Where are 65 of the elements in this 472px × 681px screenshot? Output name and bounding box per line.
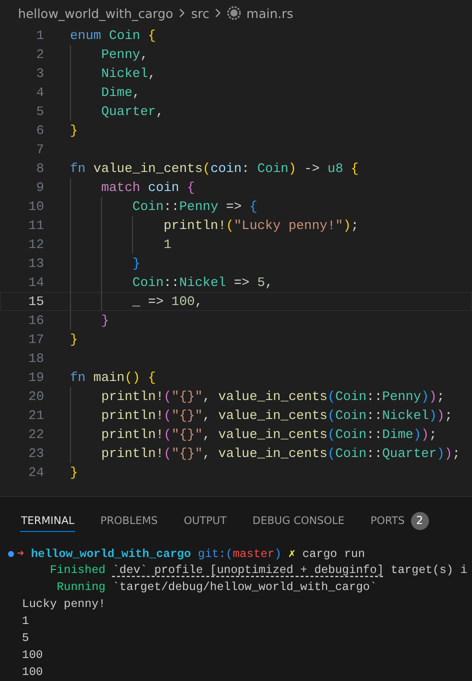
line-number: 22	[27, 427, 44, 442]
code-line: }	[70, 313, 110, 328]
code-line: }	[70, 256, 140, 271]
terminal-output: 100	[21, 666, 43, 679]
line-number: 16	[27, 313, 44, 328]
line-number: 17	[27, 332, 44, 347]
line-number: 2	[35, 47, 44, 62]
panel-tab[interactable]: PROBLEMS	[99, 514, 159, 532]
code-line: Penny,	[70, 47, 148, 62]
code-line: Dime,	[70, 85, 140, 100]
panel-tab[interactable]: PORTS 2	[369, 512, 430, 534]
line-number: 5	[35, 104, 44, 119]
count-badge: 2	[410, 512, 429, 530]
breadcrumb-item[interactable]: main.rs	[227, 6, 294, 20]
line-number: 7	[35, 142, 44, 157]
line-number: 4	[35, 85, 44, 100]
code-line: _ => 100,	[70, 294, 203, 309]
line-number: 11	[27, 218, 44, 233]
line-number: 18	[27, 351, 44, 366]
line-number: 3	[35, 66, 44, 81]
panel-tab[interactable]: OUTPUT	[182, 514, 228, 532]
code-line: enum Coin {	[70, 28, 156, 43]
line-number: 21	[27, 408, 44, 423]
code-line: Nickel,	[70, 66, 156, 81]
gear-icon	[227, 6, 242, 20]
code-line: Coin::Penny => {	[70, 199, 258, 214]
code-line: println!("Lucky penny!");	[70, 218, 359, 233]
code-line: }	[70, 332, 78, 347]
line-number: 10	[27, 199, 44, 214]
line-number: 1	[35, 28, 44, 43]
status-dot-icon	[8, 550, 14, 556]
line-number: 13	[27, 256, 44, 271]
line-number: 9	[35, 180, 44, 195]
line-number: 15	[27, 294, 44, 309]
code-line: println!("{}", value_in_cents(Coin::Nickel));	[70, 408, 452, 423]
panel-tab[interactable]: DEBUG CONSOLE	[252, 514, 346, 532]
line-number: 12	[27, 237, 44, 252]
line-number: 24	[27, 465, 44, 480]
line-number: 20	[27, 389, 44, 404]
terminal-output: Lucky penny!	[21, 598, 106, 611]
line-number: 8	[35, 161, 44, 176]
code-line: }	[70, 465, 78, 480]
code-line: println!("{}", value_in_cents(Coin::Dime));	[70, 427, 437, 442]
breadcrumb-item[interactable]: src	[191, 6, 210, 20]
code-line: println!("{}", value_in_cents(Coin::Quarter));	[70, 446, 460, 461]
terminal-output: 100	[21, 649, 43, 662]
code-line: fn value_in_cents(coin: Coin) -> u8 {	[70, 161, 359, 176]
code-line: 1	[70, 237, 172, 252]
breadcrumb-item[interactable]: hellow_world_with_cargo	[18, 6, 174, 20]
line-number: 19	[27, 370, 44, 385]
code-line: println!("{}", value_in_cents(Coin::Penny));	[70, 389, 445, 404]
terminal-output: Running `target/debug/hellow_world_with_cargo`	[56, 581, 377, 594]
code-line: fn main() {	[70, 370, 156, 385]
code-line: Coin::Nickel => 5,	[70, 275, 273, 290]
terminal-output: 1	[21, 615, 29, 628]
terminal-output: 5	[21, 632, 29, 645]
panel-tab[interactable]: TERMINAL	[20, 514, 76, 532]
terminal-output: Finished `dev` profile [unoptimized + debuginfo] target(s) i	[48, 564, 468, 577]
line-number: 14	[27, 275, 44, 290]
line-number: 23	[27, 446, 44, 461]
code-line: Quarter,	[70, 104, 164, 119]
code-line: match coin {	[70, 180, 195, 195]
code-line: }	[70, 123, 78, 138]
terminal-prompt: ➜ hellow_world_with_cargo git:(master) ✗ cargo run	[17, 547, 365, 561]
line-number: 6	[35, 123, 44, 138]
